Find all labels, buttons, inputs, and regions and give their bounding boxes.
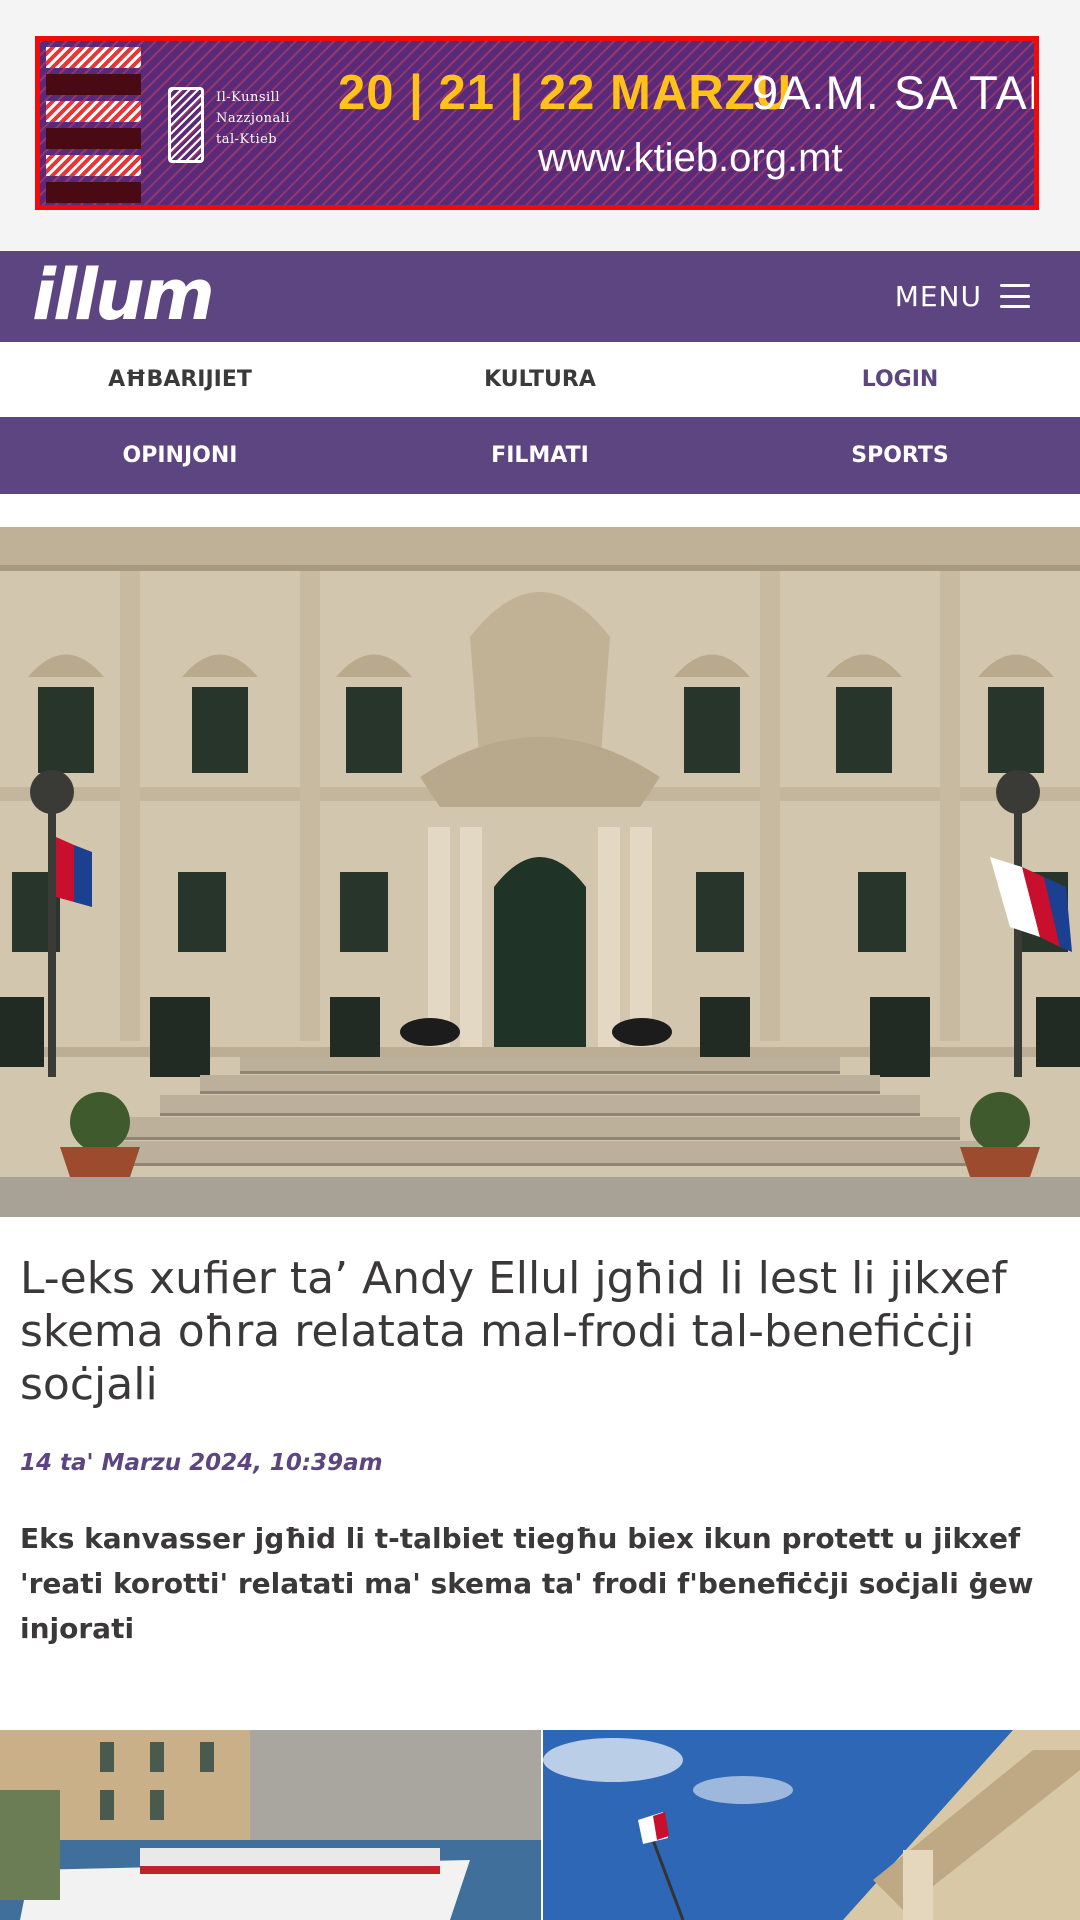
nav-row-secondary: OPINJONI FILMATI SPORTS xyxy=(0,417,1080,494)
ad-org-line: Nazzjonali xyxy=(216,111,291,126)
ad-organization: Il-Kunsill Nazzjonali tal-Ktieb xyxy=(216,87,336,150)
nav-item-kultura[interactable]: KULTURA xyxy=(360,342,720,417)
books-stack-icon xyxy=(46,47,141,205)
article-date: 14 ta' Marzu 2024, 10:39am xyxy=(20,1450,383,1476)
nav-row-primary: AĦBARIJIET KULTURA LOGIN xyxy=(0,342,1080,417)
nav-item-login[interactable]: LOGIN xyxy=(720,342,1080,417)
article-summary: Eks kanvasser jgħid li t-talbiet tiegħu … xyxy=(20,1522,1034,1645)
hero-image[interactable] xyxy=(0,527,1080,1217)
menu-label: MENU xyxy=(894,279,982,313)
ad-org-line: Il-Kunsill xyxy=(216,90,281,105)
ad-banner[interactable]: Il-Kunsill Nazzjonali tal-Ktieb 20 | 21 … xyxy=(35,36,1039,210)
nav-item-opinjoni[interactable]: OPINJONI xyxy=(0,417,360,494)
teaser-image-building[interactable] xyxy=(543,1730,1080,1920)
teaser-image-ferry[interactable] xyxy=(0,1730,541,1920)
nav-item-sports[interactable]: SPORTS xyxy=(720,417,1080,494)
site-logo[interactable]: illum xyxy=(32,253,215,337)
book-icon xyxy=(168,87,204,163)
ad-time: 9A.M. SA TARD xyxy=(752,66,1034,119)
nav-item-filmati[interactable]: FILMATI xyxy=(360,417,720,494)
menu-button[interactable]: MENU xyxy=(895,273,1030,319)
ad-url[interactable]: www.ktieb.org.mt xyxy=(538,133,843,183)
nav-item-ahbarijiet[interactable]: AĦBARIJIET xyxy=(0,342,360,417)
hamburger-icon xyxy=(1000,284,1030,308)
ad-dates: 20 | 21 | 22 MARZU xyxy=(338,66,792,120)
ad-org-line: tal-Ktieb xyxy=(216,132,278,147)
site-header: illum MENU xyxy=(0,251,1080,342)
article-headline[interactable]: L-eks xufier ta’ Andy Ellul jgħid li les… xyxy=(20,1252,1060,1411)
ad-area: Il-Kunsill Nazzjonali tal-Ktieb 20 | 21 … xyxy=(0,0,1080,251)
